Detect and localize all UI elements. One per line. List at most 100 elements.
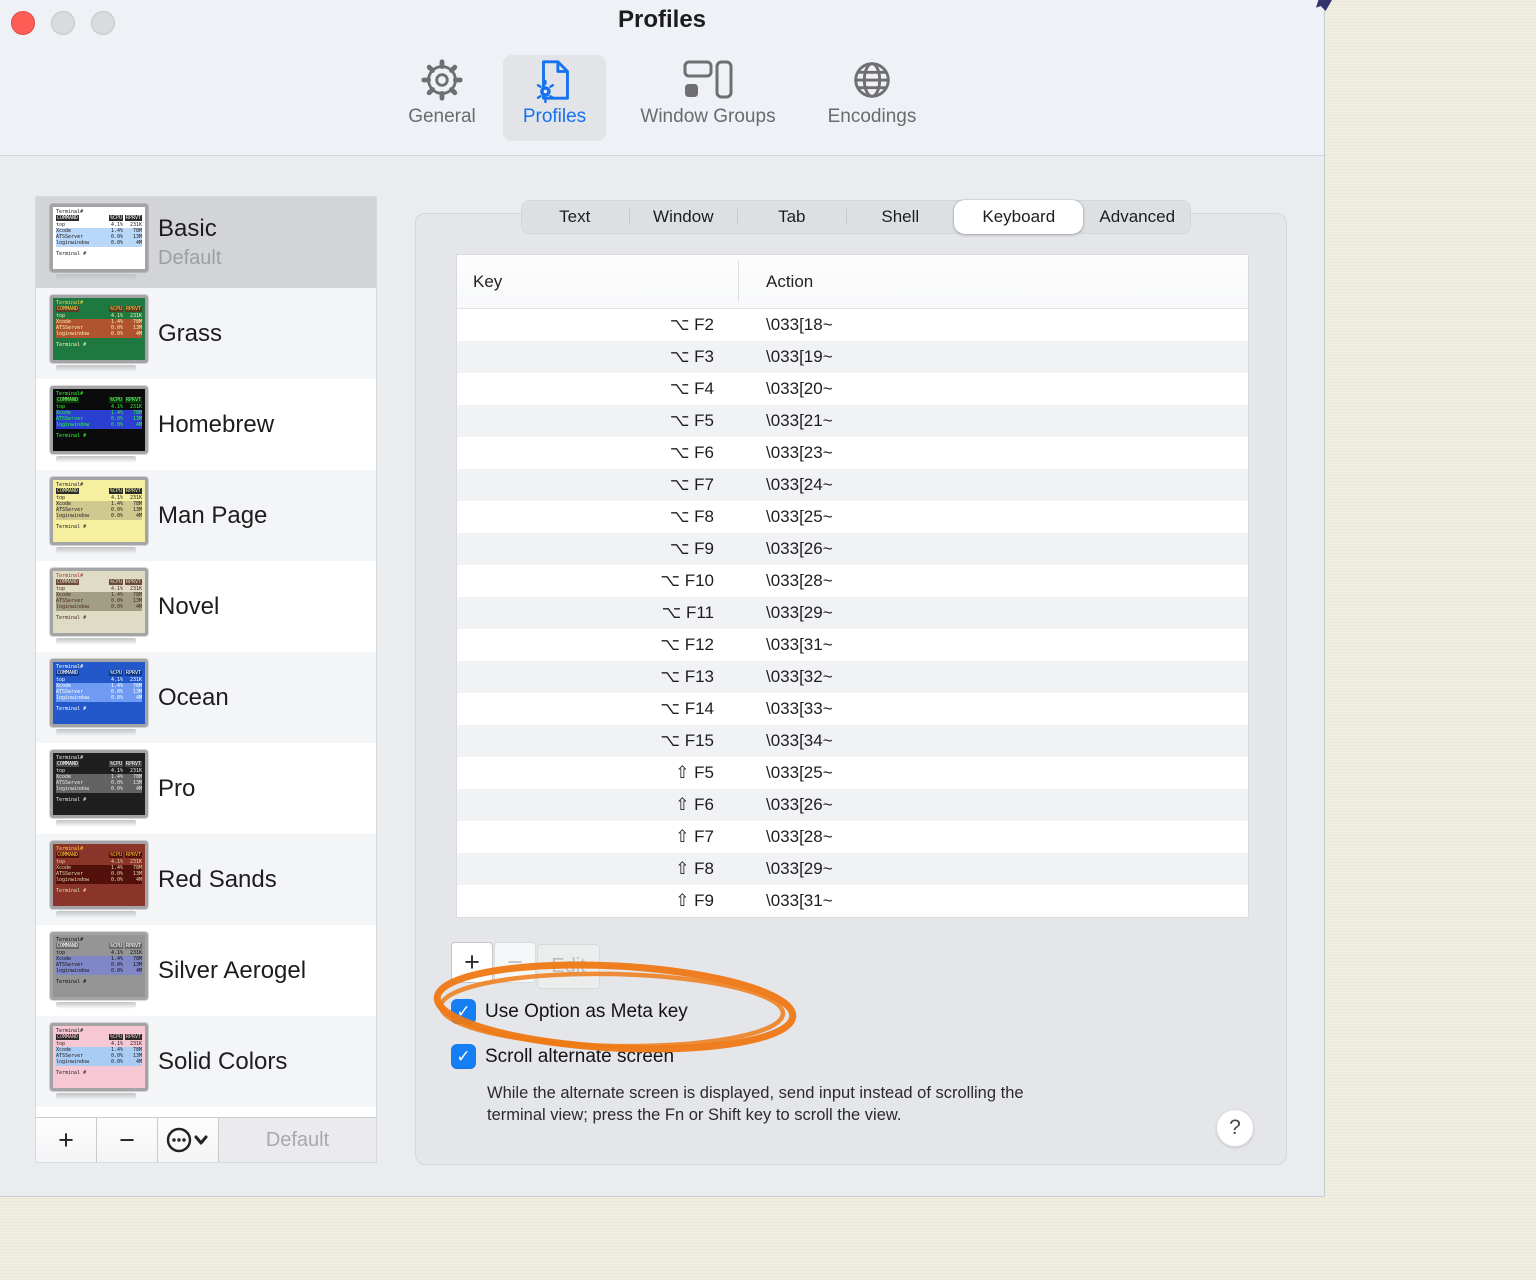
key-cell: ⌥ F14 — [660, 699, 714, 718]
key-cell: ⇧ F6 — [675, 795, 714, 814]
profile-text: Solid Colors — [158, 1048, 287, 1076]
key-cell: ⌥ F3 — [669, 347, 714, 366]
key-binding-row[interactable]: ⌥ F5 \033[21~ — [457, 405, 1248, 437]
profile-document-icon — [532, 55, 578, 105]
toolbar-label: Window Groups — [640, 106, 776, 127]
thumb-mem-chip: RPRVT — [124, 943, 142, 950]
profile-thumbnail-wrap: Terminal# COMMAND %CPU RPRVT top 4.1% 23… — [50, 386, 148, 463]
toolbar-item-window-groups[interactable]: Window Groups — [626, 55, 790, 141]
key-binding-row[interactable]: ⌥ F6 \033[23~ — [457, 437, 1248, 469]
set-default-button[interactable]: Default — [219, 1118, 376, 1162]
help-button[interactable]: ? — [1216, 1109, 1254, 1147]
key-binding-row[interactable]: ⌥ F9 \033[26~ — [457, 533, 1248, 565]
key-cell: ⌥ F8 — [669, 507, 714, 526]
key-binding-row[interactable]: ⌥ F2 \033[18~ — [457, 309, 1248, 341]
key-cell: ⇧ F7 — [675, 827, 714, 846]
key-binding-row[interactable]: ⌥ F11 \033[29~ — [457, 597, 1248, 629]
edit-binding-button[interactable]: Edit — [537, 944, 600, 989]
sidebar-item-homebrew[interactable]: Terminal# COMMAND %CPU RPRVT top 4.1% 23… — [36, 379, 376, 470]
thumb-mem-chip: RPRVT — [124, 1034, 142, 1041]
window-groups-icon — [682, 55, 734, 105]
more-options-button[interactable] — [158, 1118, 219, 1162]
thumb-process-row: loginwindow 0.0% 4M — [56, 786, 142, 793]
key-cell: ⌥ F2 — [669, 315, 714, 334]
thumb-mem-chip: RPRVT — [124, 306, 142, 313]
tab-tab[interactable]: Tab — [738, 200, 846, 234]
key-binding-row[interactable]: ⌥ F10 \033[28~ — [457, 565, 1248, 597]
key-binding-row[interactable]: ⌥ F8 \033[25~ — [457, 501, 1248, 533]
key-binding-row[interactable]: ⌥ F15 \033[34~ — [457, 725, 1248, 757]
key-cell: ⌥ F5 — [669, 411, 714, 430]
tab-advanced[interactable]: Advanced — [1083, 200, 1191, 234]
thumb-process-row: loginwindow 0.0% 4M — [56, 422, 142, 429]
action-cell: \033[26~ — [766, 539, 833, 558]
key-binding-row[interactable]: ⇧ F7 \033[28~ — [457, 821, 1248, 853]
sidebar-item-ocean[interactable]: Terminal# COMMAND %CPU RPRVT top 4.1% 23… — [36, 652, 376, 743]
sidebar-item-man-page[interactable]: Terminal# COMMAND %CPU RPRVT top 4.1% 23… — [36, 470, 376, 561]
add-profile-button[interactable]: + — [36, 1118, 97, 1162]
thumb-command-chip: COMMAND — [56, 670, 80, 677]
tab-shell[interactable]: Shell — [847, 200, 955, 234]
key-binding-row[interactable]: ⌥ F14 \033[33~ — [457, 693, 1248, 725]
key-cell: ⌥ F9 — [669, 539, 714, 558]
toolbar-item-general[interactable]: General — [382, 55, 502, 141]
key-binding-row[interactable]: ⌥ F3 \033[19~ — [457, 341, 1248, 373]
thumb-prompt: Terminal # — [56, 614, 87, 621]
sidebar-item-red-sands[interactable]: Terminal# COMMAND %CPU RPRVT top 4.1% 23… — [36, 834, 376, 925]
add-binding-button[interactable]: + — [451, 942, 493, 983]
sidebar-item-pro[interactable]: Terminal# COMMAND %CPU RPRVT top 4.1% 23… — [36, 743, 376, 834]
profile-thumbnail: Terminal# COMMAND %CPU RPRVT top 4.1% 23… — [50, 659, 148, 727]
use-option-as-meta-checkbox[interactable]: ✓ — [451, 999, 476, 1024]
key-binding-row[interactable]: ⇧ F8 \033[29~ — [457, 853, 1248, 885]
tab-window[interactable]: Window — [630, 200, 738, 234]
terminal-preferences-window: Profiles General Profiles Window Groups … — [0, 0, 1325, 1197]
titlebar-toolbar: Profiles General Profiles Window Groups … — [0, 0, 1324, 156]
profile-thumbnail-wrap: Terminal# COMMAND %CPU RPRVT top 4.1% 23… — [50, 477, 148, 554]
checkmark-icon: ✓ — [456, 1046, 471, 1066]
thumb-command-chip: COMMAND — [56, 761, 80, 768]
profile-name: Pro — [158, 774, 196, 802]
sidebar-item-solid-colors[interactable]: Terminal# COMMAND %CPU RPRVT top 4.1% 23… — [36, 1016, 376, 1107]
thumb-command-chip: COMMAND — [56, 943, 80, 950]
key-binding-row[interactable]: ⇧ F5 \033[25~ — [457, 757, 1248, 789]
key-binding-row[interactable]: ⌥ F13 \033[32~ — [457, 661, 1248, 693]
key-binding-row[interactable]: ⌥ F12 \033[31~ — [457, 629, 1248, 661]
sidebar-item-novel[interactable]: Terminal# COMMAND %CPU RPRVT top 4.1% 23… — [36, 561, 376, 652]
thumbnail-reflection — [56, 1002, 136, 1009]
key-binding-row[interactable]: ⌥ F4 \033[20~ — [457, 373, 1248, 405]
thumbnail-reflection — [56, 638, 136, 645]
thumb-prompt: Terminal # — [56, 1069, 87, 1076]
key-cell: ⇧ F5 — [675, 763, 714, 782]
thumb-cpu-chip: %CPU — [108, 761, 123, 768]
toolbar-item-profiles[interactable]: Profiles — [503, 55, 606, 141]
thumb-prompt: Terminal # — [56, 432, 87, 439]
thumb-prompt: Terminal # — [56, 341, 87, 348]
profile-name: Grass — [158, 319, 223, 347]
thumb-mem-chip: RPRVT — [124, 488, 142, 495]
remove-binding-button[interactable]: − — [494, 942, 536, 983]
key-cell: ⇧ F8 — [675, 859, 714, 878]
thumb-process-row: loginwindow 0.0% 4M — [56, 1059, 142, 1066]
profile-thumbnail: Terminal# COMMAND %CPU RPRVT top 4.1% 23… — [50, 477, 148, 545]
thumb-command-chip: COMMAND — [56, 306, 80, 313]
scroll-alternate-screen-checkbox[interactable]: ✓ — [451, 1044, 476, 1069]
table-header: Key Action — [457, 255, 1248, 309]
sidebar-item-grass[interactable]: Terminal# COMMAND %CPU RPRVT top 4.1% 23… — [36, 288, 376, 379]
sidebar-item-basic[interactable]: Terminal# COMMAND %CPU RPRVT top 4.1% 23… — [36, 197, 376, 288]
tab-keyboard[interactable]: Keyboard — [954, 200, 1084, 234]
tab-text[interactable]: Text — [521, 200, 629, 234]
thumb-cpu-chip: %CPU — [108, 488, 123, 495]
profile-sidebar: Terminal# COMMAND %CPU RPRVT top 4.1% 23… — [35, 196, 377, 1163]
profile-thumbnail-wrap: Terminal# COMMAND %CPU RPRVT top 4.1% 23… — [50, 204, 148, 281]
window-title: Profiles — [617, 6, 707, 33]
thumbnail-reflection — [56, 820, 136, 827]
remove-profile-button[interactable]: − — [97, 1118, 158, 1162]
key-binding-row[interactable]: ⇧ F9 \033[31~ — [457, 885, 1248, 917]
key-binding-row[interactable]: ⇧ F6 \033[26~ — [457, 789, 1248, 821]
profile-thumbnail: Terminal# COMMAND %CPU RPRVT top 4.1% 23… — [50, 295, 148, 363]
toolbar-item-encodings[interactable]: Encodings — [810, 55, 934, 141]
profile-thumbnail-wrap: Terminal# COMMAND %CPU RPRVT top 4.1% 23… — [50, 932, 148, 1009]
key-binding-row[interactable]: ⌥ F7 \033[24~ — [457, 469, 1248, 501]
sidebar-item-silver-aerogel[interactable]: Terminal# COMMAND %CPU RPRVT top 4.1% 23… — [36, 925, 376, 1016]
thumbnail-reflection — [56, 1093, 136, 1100]
